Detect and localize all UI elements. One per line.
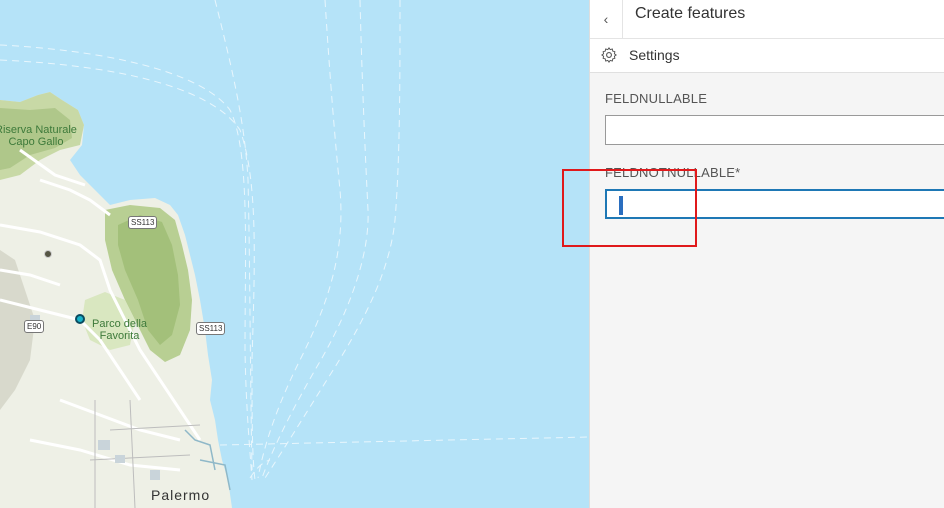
- map-poi-marker[interactable]: [44, 250, 52, 258]
- back-button[interactable]: ‹: [590, 0, 623, 38]
- panel-title: Create features: [635, 5, 746, 22]
- feldnotnullable-input[interactable]: [605, 189, 944, 219]
- map-view[interactable]: Riserva Naturale Capo Gallo Parco della …: [0, 0, 589, 508]
- reserve-label: Riserva Naturale Capo Gallo: [0, 124, 77, 148]
- field-label-feldnotnullable: FELDNOTNULLABLE*: [605, 165, 741, 180]
- settings-label: Settings: [629, 47, 680, 63]
- road-shield-ss113: SS113: [196, 322, 226, 335]
- panel-header: ‹ Create features: [590, 0, 944, 39]
- text-cursor: [619, 196, 623, 215]
- park-label: Parco della Favorita: [92, 318, 148, 342]
- road-shield-e90: E90: [24, 320, 45, 333]
- feldnullable-input[interactable]: [605, 115, 944, 145]
- map-feature-marker[interactable]: [75, 314, 85, 324]
- map-canvas[interactable]: [0, 0, 589, 508]
- field-label-feldnullable: FELDNULLABLE: [605, 91, 708, 106]
- road-shield-ss113: SS113: [128, 216, 158, 229]
- settings-button[interactable]: Settings: [590, 39, 944, 73]
- city-label: Palermo: [151, 487, 211, 503]
- create-features-panel: ‹ Create features Settings FELDNULLABLE …: [589, 0, 944, 508]
- gear-icon: [601, 47, 617, 63]
- chevron-left-icon: ‹: [603, 11, 609, 27]
